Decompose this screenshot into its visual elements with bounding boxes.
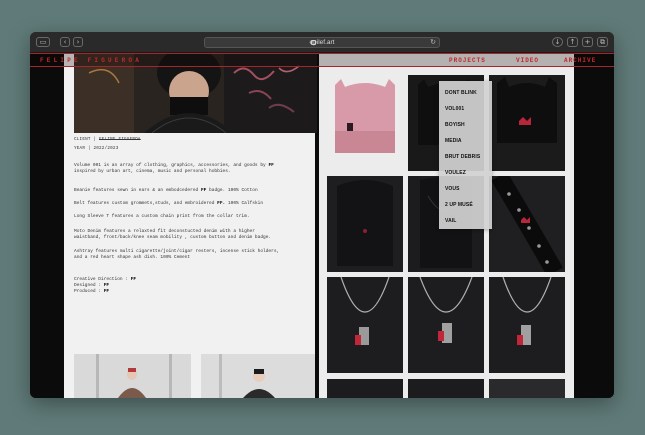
- gallery-item-row4-1[interactable]: [327, 379, 403, 398]
- intro-paragraph: Volume 001 is an array of clothing, grap…: [74, 163, 304, 175]
- longsleeve-photo-1: [327, 176, 403, 272]
- gallery-item-row4-2[interactable]: [408, 379, 484, 398]
- project-content: CLIENT | FELIPE FIGUEROA YEAR | 2022/202…: [64, 53, 317, 398]
- reload-icon[interactable]: ↻: [430, 38, 436, 47]
- beanie-detail-photo: [489, 75, 565, 171]
- year-line: YEAR | 2022/2023: [74, 146, 119, 151]
- nav-projects[interactable]: PROJECTS: [449, 57, 486, 64]
- feature-moto-denim: Moto Denim features a relaxted fit decon…: [74, 229, 304, 241]
- feature-text: Beanie features sewn in ears & an embodc…: [74, 188, 199, 193]
- mannequin-photo-1: [74, 354, 191, 398]
- credit-value: FF: [103, 283, 110, 289]
- chevron-left-icon[interactable]: ‹: [60, 37, 70, 47]
- year-label: YEAR: [74, 146, 86, 151]
- share-icon[interactable]: ↑: [567, 37, 578, 47]
- gallery-black-beanie-detail[interactable]: [489, 75, 565, 171]
- site-nav: FELIPE FIGUEROA PROJECTS VIDEO ARCHIVE: [30, 53, 614, 67]
- pink-beanie-photo: [327, 75, 403, 171]
- browser-window: ▭ ‹ › epilef.art ↻ ↓ ↑ + ⧉ CLIENT | FELI…: [30, 32, 614, 398]
- address-bar[interactable]: epilef.art ↻: [204, 37, 440, 48]
- plus-icon[interactable]: +: [582, 37, 593, 47]
- client-line: CLIENT | FELIPE FIGUEROA: [74, 137, 141, 142]
- gallery-chain-pendant-2[interactable]: [408, 277, 484, 373]
- dropdown-item-voulez[interactable]: VOULEZ: [445, 170, 466, 176]
- ashtray-line-2: and a red heart shape ash dish. 100% Cem…: [74, 255, 191, 261]
- dropdown-item-brut-debris[interactable]: BRUT DEBRIS: [445, 154, 480, 160]
- year-value: 2022/2023: [93, 146, 119, 151]
- feature-brand: FF: [200, 188, 207, 193]
- feature-long-sleeve: Long Sleeve T features a custom chain pr…: [74, 214, 304, 220]
- sidebar-icon[interactable]: ▭: [36, 37, 50, 47]
- dropdown-item-boyish[interactable]: BOYISH: [445, 122, 465, 128]
- dropdown-item-vous[interactable]: VOUS: [445, 186, 460, 192]
- url-text: epilef.art: [309, 39, 335, 46]
- credit-label: Designed :: [74, 283, 102, 289]
- dropdown-item-vol001[interactable]: VOL001: [445, 106, 464, 112]
- feature-ashtray: Ashtray features multi cigarette/joint/c…: [74, 249, 304, 261]
- gallery-longsleeve-1[interactable]: [327, 176, 403, 272]
- feature-belt: Belt features custom grommets,studs, and…: [74, 201, 304, 207]
- credit-produced: Produced : FF: [74, 289, 304, 295]
- feature-text: Belt features custom grommets,studs, and…: [74, 201, 215, 206]
- gallery-pink-beanie[interactable]: [327, 75, 403, 171]
- gallery-chain-pendant-3[interactable]: [489, 277, 565, 373]
- chain-pendant-photo-3: [489, 277, 565, 373]
- dropdown-item-2-up-muse[interactable]: 2 UP MUSÉ: [445, 202, 473, 208]
- nav-video[interactable]: VIDEO: [516, 57, 539, 64]
- moto-line-2: waistband, front/back/knee seam mobility…: [74, 235, 272, 241]
- nav-archive[interactable]: ARCHIVE: [564, 57, 596, 64]
- chain-pendant-photo-2: [408, 277, 484, 373]
- intro-line-2: inspired by urban art, cinema, music and…: [74, 169, 231, 175]
- projects-dropdown: DONT BLINK VOL001 BOYISH MEDIA BRUT DEBR…: [439, 81, 492, 229]
- intro-line-1: Volume 001 is an array of clothing, grap…: [74, 163, 266, 168]
- mannequin-photo-2: [201, 354, 315, 398]
- feature-tail: 100% Calfskin: [227, 201, 264, 206]
- product-thumb-mannequin-1[interactable]: [74, 354, 191, 398]
- dropdown-item-media[interactable]: MEDIA: [445, 138, 462, 144]
- client-label: CLIENT: [74, 137, 91, 142]
- web-page: CLIENT | FELIPE FIGUEROA YEAR | 2022/202…: [30, 53, 614, 398]
- dropdown-item-vail[interactable]: VAIL: [445, 218, 456, 224]
- gallery-studded-belt[interactable]: [489, 176, 565, 272]
- studded-belt-photo: [489, 176, 565, 272]
- download-icon[interactable]: ↓: [552, 37, 563, 47]
- feature-text: Long Sleeve T features a custom chain pr…: [74, 214, 250, 219]
- dropdown-item-dont-blink[interactable]: DONT BLINK: [445, 90, 477, 96]
- gallery-item-row4-3[interactable]: [489, 379, 565, 398]
- tabs-icon[interactable]: ⧉: [597, 37, 608, 47]
- credits: Creative Direction : FF Designed : FF Pr…: [74, 277, 304, 296]
- product-thumb-mannequin-2[interactable]: [201, 354, 315, 398]
- feature-brand: FF.: [217, 201, 226, 206]
- chain-pendant-photo-1: [327, 277, 403, 373]
- chevron-right-icon[interactable]: ›: [73, 37, 83, 47]
- gallery-chain-pendant-1[interactable]: [327, 277, 403, 373]
- credit-value: FF: [130, 277, 137, 282]
- feature-beanie: Beanie features sewn in ears & an embodc…: [74, 188, 304, 194]
- credit-label: Creative Direction :: [74, 277, 129, 282]
- feature-tail: badge. 100% Cotton: [209, 188, 258, 193]
- credit-label: Produced :: [74, 289, 102, 295]
- site-brand[interactable]: FELIPE FIGUEROA: [40, 57, 142, 64]
- browser-toolbar: ▭ ‹ › epilef.art ↻ ↓ ↑ + ⧉: [30, 32, 614, 53]
- client-value[interactable]: FELIPE FIGUEROA: [99, 137, 141, 142]
- intro-brand: FF: [268, 163, 274, 168]
- credit-value: FF: [103, 289, 110, 295]
